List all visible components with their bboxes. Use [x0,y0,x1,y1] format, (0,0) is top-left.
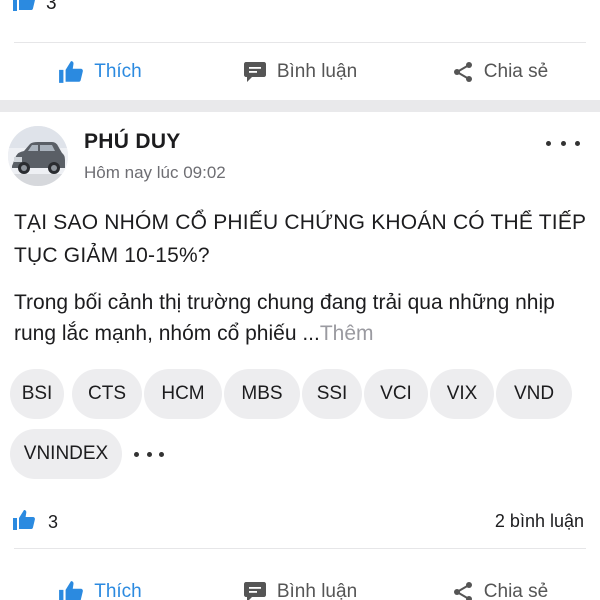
thumbs-up-icon [58,60,84,84]
tag-chip[interactable]: BSI [10,369,64,419]
thumbs-up-icon [12,0,36,18]
like-button[interactable]: Thích [0,580,200,600]
previous-like-count: 3 [46,0,57,14]
post-body: Trong bối cảnh thị trường chung đang trả… [14,287,589,349]
previous-post-action-bar: Thích Bình luận Chia sẻ [0,44,600,100]
post-body-text: Trong bối cảnh thị trường chung đang trả… [14,291,555,345]
share-icon [452,581,474,600]
more-options-icon[interactable] [546,136,580,150]
tag-chip[interactable]: HCM [144,369,222,419]
post-stats: 3 2 bình luận [0,500,600,540]
tag-chip[interactable]: SSI [302,369,362,419]
avatar[interactable] [8,126,68,186]
divider [14,42,586,43]
comment-count[interactable]: 2 bình luận [495,511,584,532]
tag-chip[interactable]: VNINDEX [10,429,122,479]
author-name[interactable]: PHÚ DUY [84,130,181,154]
previous-like-button[interactable]: Thích [0,60,200,84]
like-summary[interactable]: 3 [12,509,58,536]
tag-chip[interactable]: VIX [430,369,494,419]
comment-bubble-icon [243,61,267,83]
thumbs-up-icon [58,580,84,600]
previous-post-like-summary: 3 [12,0,57,18]
comment-bubble-icon [243,581,267,600]
post-timestamp: Hôm nay lúc 09:02 [84,163,226,182]
comment-label: Bình luận [276,61,358,82]
comment-label: Bình luận [276,581,358,600]
like-label: Thích [94,61,142,82]
post-title: TẠI SAO NHÓM CỔ PHIẾU CHỨNG KHOÁN CÓ THỂ… [14,211,586,267]
share-icon [452,61,474,83]
previous-post-footer: 3 [0,0,600,28]
share-label: Chia sẻ [483,581,549,600]
more-tags-icon[interactable] [134,429,164,479]
like-count: 3 [48,512,59,532]
share-button[interactable]: Chia sẻ [400,581,600,600]
post-separator [0,100,600,112]
tag-chip[interactable]: VND [496,369,572,419]
previous-comment-button[interactable]: Bình luận [200,61,400,83]
see-more-link[interactable]: Thêm [320,322,374,345]
tag-chip[interactable]: VCI [364,369,428,419]
divider [14,548,586,549]
comment-button[interactable]: Bình luận [200,581,400,600]
like-label: Thích [94,581,142,600]
post-action-bar: Thích Bình luận Chia sẻ [0,564,600,600]
previous-share-button[interactable]: Chia sẻ [400,61,600,83]
share-label: Chia sẻ [483,61,549,82]
tag-chip[interactable]: MBS [224,369,300,419]
tag-chip[interactable]: CTS [72,369,142,419]
thumbs-up-icon [12,509,36,536]
